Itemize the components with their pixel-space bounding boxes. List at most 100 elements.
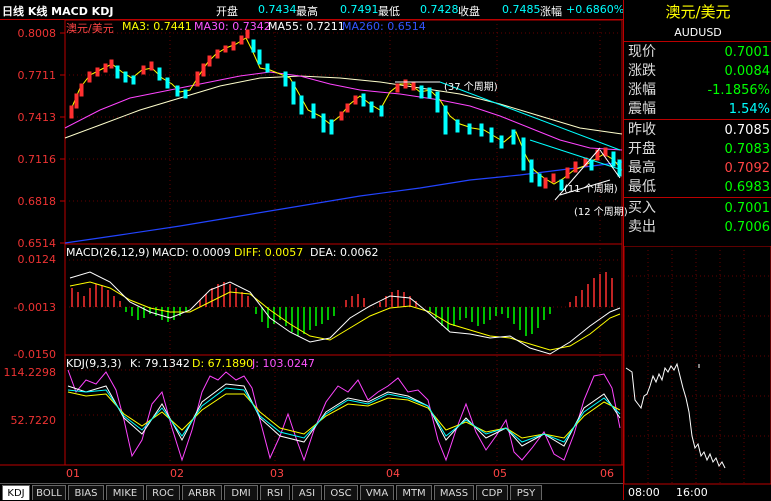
quote-row-value: 0.0084 (724, 64, 771, 79)
ma30-line (64, 71, 623, 151)
ma30-value: MA30: 0.7342 (194, 20, 271, 33)
tab-osc[interactable]: OSC (324, 485, 358, 500)
tab-kdj[interactable]: KDJ (2, 485, 30, 500)
tab-boll[interactable]: BOLL (32, 485, 66, 500)
ma55-value: MA55: 0.7211 (268, 20, 345, 33)
quote-row-label: 涨幅 (628, 82, 656, 98)
intraday-time-1: 16:00 (676, 486, 708, 499)
quote-row-value: 1.54% (728, 102, 770, 117)
close-value: 0.7485 (502, 3, 541, 16)
quote-row-value: 0.7085 (724, 123, 771, 138)
tab-arbr[interactable]: ARBR (182, 485, 222, 500)
kdj-d-value: D: 67.1890 (192, 357, 254, 370)
pair-label: 澳元/美元 (66, 22, 114, 35)
quote-row: 最低 0.6983 (624, 178, 771, 197)
kdj-y-tick-1: 52.7220 (10, 414, 57, 427)
quote-row-label: 昨收 (628, 122, 656, 138)
quote-row-label: 震幅 (628, 101, 656, 117)
macd-panel-frame (64, 243, 623, 356)
macd-y-tick-2: -0.0150 (13, 348, 56, 361)
quote-row: 最高 0.7092 (624, 159, 771, 178)
kdj-panel-frame (64, 354, 623, 466)
quote-row: 买入 0.7001 (624, 199, 771, 218)
tab-rsi[interactable]: RSI (260, 485, 290, 500)
quote-row-label: 开盘 (628, 141, 656, 157)
ma3-value: MA3: 0.7441 (122, 20, 192, 33)
tab-mtm[interactable]: MTM (396, 485, 432, 500)
annotation-12: (12 个周期) (574, 207, 628, 218)
high-value: 0.7491 (340, 3, 379, 16)
quote-row-value: 0.7092 (724, 161, 771, 176)
quote-row-value: 0.7001 (724, 45, 771, 60)
y-tick-1: 0.7711 (17, 69, 57, 82)
tab-dmi[interactable]: DMI (224, 485, 258, 500)
annotation-11: (11 个周期) (564, 184, 618, 195)
tab-psy[interactable]: PSY (510, 485, 542, 500)
diff-value: DIFF: 0.0057 (234, 246, 304, 259)
x-tick-06: 06 (600, 467, 614, 480)
quote-row-label: 最高 (628, 160, 656, 176)
tab-cdp[interactable]: CDP (476, 485, 508, 500)
macd-value: MACD: 0.0009 (152, 246, 231, 259)
chart-header: 日线 K线 MACD KDJ 开盘 0.7434 最高 0.7491 最低 0.… (0, 0, 625, 20)
kdj-k-value: K: 79.1342 (130, 357, 190, 370)
candles (69, 29, 622, 191)
tab-roc[interactable]: ROC (146, 485, 180, 500)
ma260-value: MA260: 0.6514 (342, 20, 426, 33)
x-tick-05: 05 (493, 467, 507, 480)
tab-bias[interactable]: BIAS (68, 485, 104, 500)
quote-row-value: -1.1856% (707, 83, 770, 98)
quote-row-label: 买入 (628, 200, 656, 216)
quote-row: 开盘 0.7083 (624, 140, 771, 159)
quote-row-value: 0.6983 (724, 180, 771, 195)
quote-row-value: 0.7083 (724, 142, 771, 157)
kdj-y-tick-0: 114.2298 (3, 366, 57, 379)
quote-row-label: 涨跌 (628, 63, 656, 79)
y-tick-2: 0.7413 (17, 111, 57, 124)
tab-asi[interactable]: ASI (292, 485, 322, 500)
quote-row-value: 0.7006 (724, 220, 771, 235)
indicator-tabs: KDJ BOLL BIAS MIKE ROC ARBR DMI RSI ASI OSC VMA MTM… (0, 483, 623, 500)
quote-divider (624, 119, 771, 120)
kdj-j-value: J: 103.0247 (252, 357, 315, 370)
quote-row-label: 卖出 (628, 219, 656, 235)
quote-row: 昨收 0.7085 (624, 121, 771, 140)
macd-y-tick-0: 0.0124 (17, 253, 57, 266)
macd-y-tick-1: -0.0013 (13, 301, 56, 314)
change-label: 涨幅 (540, 5, 562, 18)
open-value: 0.7434 (258, 3, 297, 16)
close-label: 收盘 (458, 5, 480, 18)
quote-row-label: 现价 (628, 44, 656, 60)
tab-mike[interactable]: MIKE (106, 485, 144, 500)
quote-panel: 澳元/美元 AUDUSD 现价 0.7001 涨跌 0.0084 涨幅 -1.1856% 震… (623, 0, 771, 500)
x-tick-04: 04 (386, 467, 400, 480)
y-tick-5: 0.6514 (17, 237, 57, 250)
quote-name: 澳元/美元 (665, 3, 731, 21)
annotation-37: (37 个周期) (444, 82, 498, 93)
quote-row: 震幅 1.54% (624, 100, 771, 119)
x-tick-03: 03 (270, 467, 284, 480)
quote-row: 涨幅 -1.1856% (624, 81, 771, 100)
open-label: 开盘 (216, 5, 238, 18)
quote-row-value: 0.7001 (724, 201, 771, 216)
dea-value: DEA: 0.0062 (310, 246, 379, 259)
x-tick-01: 01 (66, 467, 80, 480)
tab-mass[interactable]: MASS (434, 485, 474, 500)
y-tick-4: 0.6818 (17, 195, 57, 208)
ma3-line (69, 37, 621, 185)
tab-vma[interactable]: VMA (360, 485, 394, 500)
price-panel-frame (64, 20, 623, 245)
quote-row: 卖出 0.7006 (624, 218, 771, 237)
intraday-chart[interactable] (624, 246, 771, 486)
y-tick-3: 0.7116 (17, 153, 57, 166)
intraday-time-0: 08:00 (628, 486, 660, 499)
change-value: +0.6860% (566, 3, 625, 16)
macd-title: MACD(26,12,9) (66, 246, 150, 259)
y-tick-0: 0.8008 (17, 27, 57, 40)
quote-code: AUDUSD (624, 24, 771, 42)
ma55-line (64, 75, 623, 139)
vertical-gridlines (169, 20, 601, 465)
chart-title: 日线 K线 MACD KDJ (2, 5, 114, 18)
intraday-price-line (625, 362, 726, 469)
x-tick-02: 02 (170, 467, 184, 480)
